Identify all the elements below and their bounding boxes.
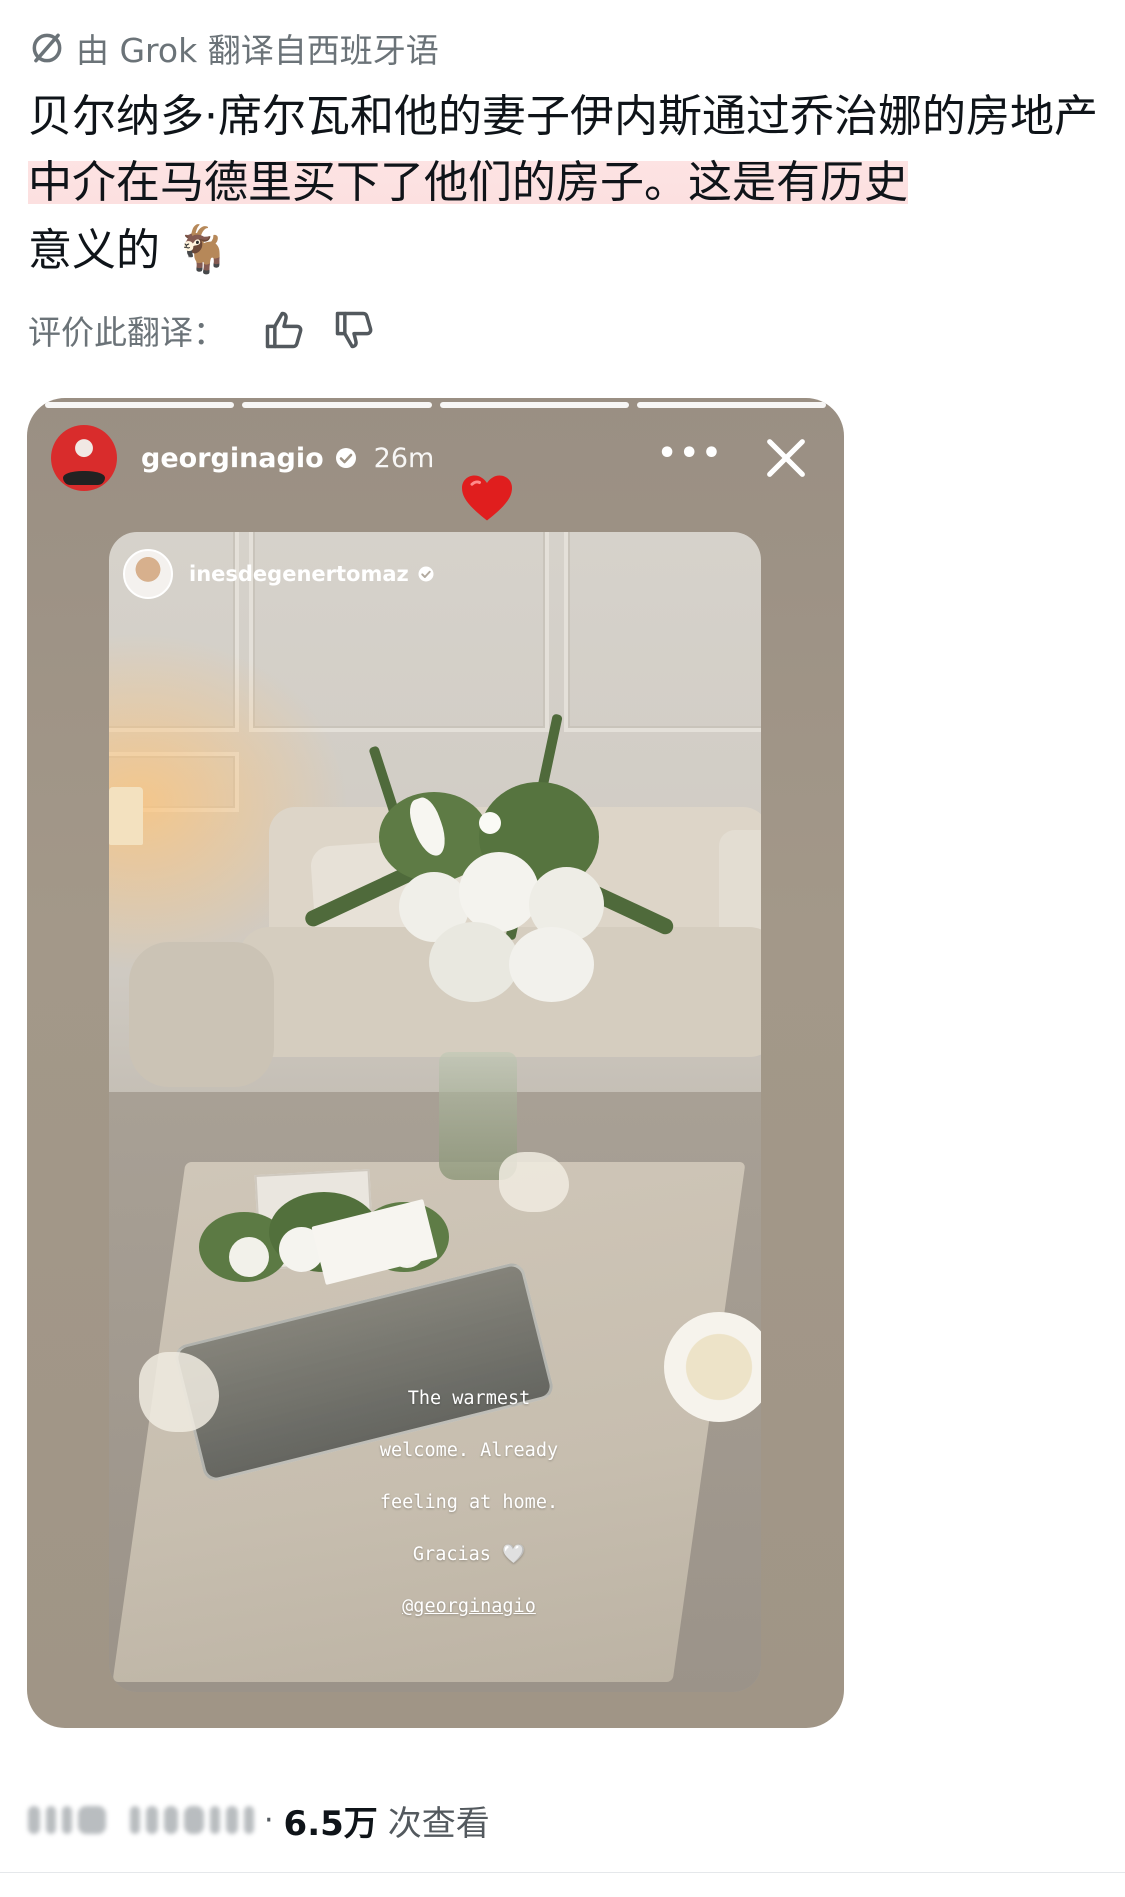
goat-emoji: 🐐 (174, 222, 232, 276)
blurred-timestamp (28, 1806, 254, 1834)
thumbs-down-icon (335, 311, 373, 349)
reposted-username[interactable]: inesdegenertomaz (189, 562, 409, 586)
thumbs-up-button[interactable] (256, 302, 312, 358)
views-count: 6.5万 (283, 1803, 378, 1844)
story-username[interactable]: georginagio (141, 443, 324, 474)
verified-badge-icon (418, 566, 434, 582)
translation-notice: 由 Grok 翻译自西班牙语 (28, 26, 439, 70)
tweet-text-part1: 贝尔纳多·席尔瓦和他的妻子伊内斯通过乔治娜的房地产 (28, 91, 1098, 142)
rate-translation-row: 评价此翻译： (28, 302, 382, 358)
progress-segment (45, 402, 235, 408)
progress-segment (636, 402, 826, 408)
caption-line: feeling at home. (379, 1492, 559, 1513)
tweet-text: 贝尔纳多·席尔瓦和他的妻子伊内斯通过乔治娜的房地产中介在马德里买下了他们的房子。… (28, 84, 1098, 284)
reposted-story-photo[interactable]: inesdegenertomaz The warmest welcome. Al… (109, 532, 761, 1692)
translation-label: 由 Grok 翻译自西班牙语 (76, 31, 439, 70)
caption-line: Gracias 🤍 (412, 1544, 526, 1565)
lamp (109, 787, 143, 845)
heart-icon (462, 475, 512, 521)
divider (0, 1872, 1125, 1873)
story-header: georginagio 26m ••• (51, 424, 820, 492)
rate-translation-label: 评价此翻译： (28, 313, 226, 352)
tweet-text-highlight: 中介在马德里买下了他们的房子。这是有历史 (28, 157, 908, 208)
thumbs-down-button[interactable] (326, 302, 382, 358)
avatar[interactable] (51, 425, 117, 491)
separator-dot: · (264, 1802, 274, 1838)
avatar[interactable] (123, 549, 173, 599)
more-options-button[interactable]: ••• (657, 436, 724, 471)
flower-bouquet (279, 702, 679, 1122)
story-screenshot[interactable]: georginagio 26m ••• inesdegenertomaz The… (27, 398, 844, 1728)
grok-icon (32, 33, 62, 63)
sofa-arm (129, 942, 274, 1087)
reposted-user: inesdegenertomaz (123, 546, 435, 602)
caption-mention-link[interactable]: @georginagio (402, 1594, 536, 1620)
verified-badge-icon (335, 448, 356, 468)
tweet-text-part2: 意义的 (28, 225, 160, 276)
progress-segment (439, 402, 629, 408)
story-caption: The warmest welcome. Already feeling at … (349, 1360, 589, 1620)
views-row: · 6.5万 次查看 (28, 1792, 490, 1848)
progress-segment (242, 402, 432, 408)
thumbs-up-icon (265, 311, 303, 349)
story-progress-bar (45, 402, 826, 408)
close-icon[interactable] (758, 430, 814, 486)
caption-line: welcome. Already (379, 1440, 559, 1461)
story-time: 26m (373, 442, 435, 474)
views-label: 次查看 (387, 1803, 490, 1844)
caption-line: The warmest (407, 1388, 531, 1409)
